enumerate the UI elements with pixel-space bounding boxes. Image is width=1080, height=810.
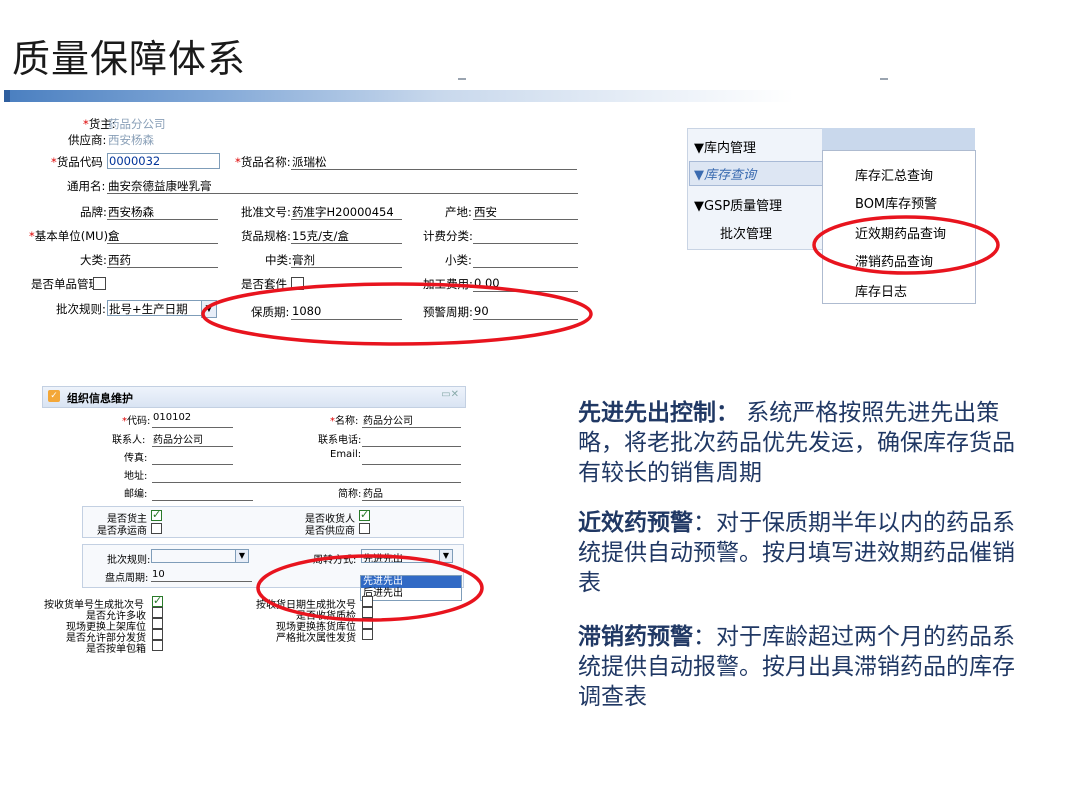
text-block-slow: 滞销药预警：对于库龄超过两个月的药品系统提供自动报警。按月出具滞销药品的库存调查… (578, 622, 1028, 712)
text-block-expiry: 近效药预警：对于保质期半年以内的药品系统提供自动预警。按月填写进效期药品催销表 (578, 508, 1028, 598)
highlight-ellipse-shelf-life (201, 282, 593, 346)
text-head-expiry: 近效药预警 (578, 510, 693, 536)
text-head-slow: 滞销药预警 (578, 624, 693, 650)
text-head-fifo: 先进先出控制： (578, 400, 739, 426)
highlight-ellipse-menu (812, 215, 1000, 275)
highlight-ellipse-turnover (256, 554, 484, 622)
text-block-fifo: 先进先出控制： 系统严格按照先进先出策略，将老批次药品优先发运，确保库存货品有较… (578, 398, 1028, 488)
